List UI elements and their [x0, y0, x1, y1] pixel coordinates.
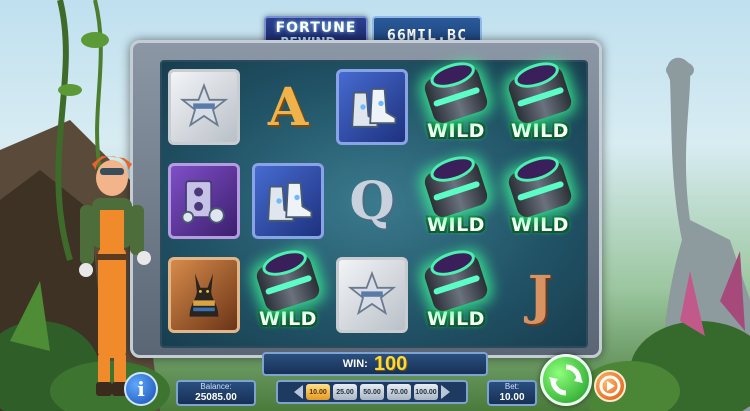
win-label: WIN: [342, 358, 368, 370]
time-canister-icon [506, 158, 574, 220]
info-icon: i [137, 377, 145, 401]
autoplay-icon [599, 375, 621, 397]
time-canister-icon [422, 64, 490, 126]
letter-symbol-j: J [502, 254, 578, 336]
bet-increase-arrow-icon[interactable] [441, 385, 450, 399]
time-canister-icon [254, 252, 322, 314]
rocket-boots-symbol [250, 160, 326, 242]
letter-symbol-a: A [250, 66, 326, 148]
wild-label: WILD [511, 214, 569, 236]
info-button[interactable]: i [124, 372, 158, 406]
sheriff-badge-icon [347, 270, 397, 316]
letter-a-label: A [267, 76, 309, 138]
time-canister-icon [422, 252, 490, 314]
rocket-boots-tile [252, 163, 324, 239]
rocket-boots-icon [267, 182, 313, 222]
bet-selector: 10.00 25.00 50.00 70.00 100.00 [276, 380, 468, 404]
balance-label: Balance: [200, 382, 232, 391]
tape-recorder-icon [181, 180, 225, 224]
bet-option[interactable]: 10.00 [306, 384, 330, 400]
sheriff-badge-icon [179, 82, 229, 128]
bet-option[interactable]: 25.00 [333, 384, 357, 400]
letter-symbol-q: Q [334, 160, 410, 242]
sheriff-badge-symbol [334, 254, 410, 336]
rocket-boots-icon [351, 88, 397, 128]
wild-label: WILD [511, 120, 569, 142]
wild-label: WILD [427, 308, 485, 330]
reel-grid: A WILD Q WILD WILD WILD WILD WILD J [160, 60, 588, 348]
balance-value: 25085.00 [195, 392, 237, 403]
letter-q-label: Q [349, 170, 395, 232]
autoplay-button[interactable] [594, 370, 626, 402]
letter-j-label: J [527, 264, 553, 326]
rocket-boots-tile [336, 69, 408, 145]
time-canister-icon [506, 64, 574, 126]
wild-symbol: WILD [250, 252, 326, 336]
anubis-tile [168, 257, 240, 333]
wild-symbol: WILD [502, 64, 578, 148]
bet-display: Bet: 10.00 [487, 380, 537, 406]
wild-label: WILD [259, 308, 317, 330]
wild-label: WILD [427, 120, 485, 142]
sheriff-badge-symbol [166, 66, 242, 148]
spin-button[interactable] [540, 354, 592, 406]
bet-options: 10.00 25.00 50.00 70.00 100.00 [306, 384, 438, 400]
anubis-symbol [166, 254, 242, 336]
rocket-boots-symbol [334, 66, 410, 148]
bet-option[interactable]: 70.00 [387, 384, 411, 400]
logo-line1: FORTUNE [275, 20, 357, 36]
wild-label: WILD [427, 214, 485, 236]
brachiosaurus-background [660, 57, 750, 411]
wild-symbol: WILD [418, 158, 494, 242]
wild-symbol: WILD [418, 64, 494, 148]
explorer-character [79, 156, 151, 396]
sheriff-badge-tile [336, 257, 408, 333]
win-amount: 100 [373, 352, 408, 375]
balance-display: Balance: 25085.00 [176, 380, 256, 406]
time-canister-icon [422, 158, 490, 220]
win-display: WIN: 100 [262, 352, 488, 376]
wild-symbol: WILD [502, 158, 578, 242]
anubis-icon [189, 273, 219, 317]
tape-recorder-symbol [166, 160, 242, 242]
bet-decrease-arrow-icon[interactable] [294, 385, 303, 399]
spin-arrows-icon [549, 364, 583, 396]
bet-value: 10.00 [499, 392, 525, 403]
bet-option[interactable]: 100.00 [414, 384, 438, 400]
bet-label: Bet: [504, 382, 520, 391]
wild-symbol: WILD [418, 252, 494, 336]
tape-recorder-tile [168, 163, 240, 239]
bet-option[interactable]: 50.00 [360, 384, 384, 400]
sheriff-badge-tile [168, 69, 240, 145]
